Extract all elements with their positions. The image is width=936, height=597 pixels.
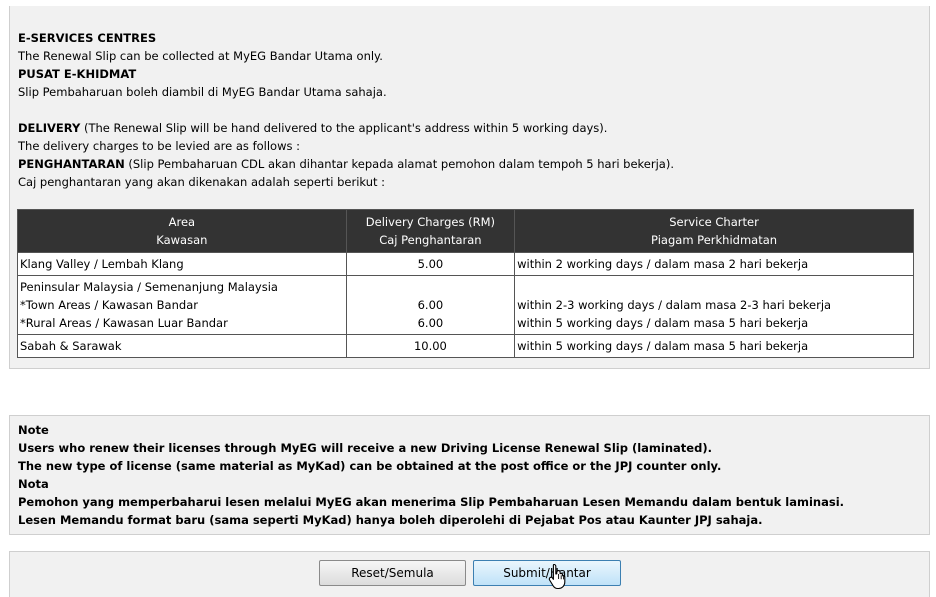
delivery-line-en: DELIVERY (The Renewal Slip will be hand … xyxy=(18,119,607,137)
delivery-charges-table: Area Kawasan Delivery Charges (RM) Caj Pen… xyxy=(17,209,914,358)
note-line2-en: The new type of license (same material a… xyxy=(18,459,722,473)
hand-pointer-icon xyxy=(548,563,566,590)
table-header-row: Area Kawasan Delivery Charges (RM) Caj Pen… xyxy=(17,209,914,253)
eservices-heading-ms: PUSAT E-KHIDMAT xyxy=(18,67,137,81)
note-heading-en: Note xyxy=(18,423,49,437)
header-area: Area Kawasan xyxy=(17,209,347,253)
table-row: Klang Valley / Lembah Klang 5.00 within … xyxy=(17,252,914,276)
eservices-text-en: The Renewal Slip can be collected at MyE… xyxy=(18,49,383,63)
delivery-heading-en: DELIVERY xyxy=(18,121,81,135)
note-heading-ms: Nota xyxy=(18,477,49,491)
note-line1-ms: Pemohon yang memperbaharui lesen melalui… xyxy=(18,495,845,509)
delivery-line-ms: PENGHANTARAN (Slip Pembaharuan CDL akan … xyxy=(18,155,674,173)
area-cell: Peninsular Malaysia / Semenanjung Malays… xyxy=(17,275,347,335)
charge-cell: 5.00 xyxy=(345,252,516,276)
charter-cell: within 2-3 working days / dalam masa 2-3… xyxy=(514,275,914,335)
submit-button[interactable]: Submit/Hantar xyxy=(473,560,621,586)
note-line1-en: Users who renew their licenses through M… xyxy=(18,441,712,455)
note-panel: Note Users who renew their licenses thro… xyxy=(9,415,930,535)
eservices-heading-en: E-SERVICES CENTRES xyxy=(18,31,157,45)
reset-button[interactable]: Reset/Semula xyxy=(319,560,466,586)
charter-cell: within 2 working days / dalam masa 2 har… xyxy=(514,252,914,276)
delivery-charges-ms: Caj penghantaran yang akan dikenakan ada… xyxy=(18,175,386,189)
delivery-heading-ms: PENGHANTARAN xyxy=(18,157,125,171)
delivery-text-en: (The Renewal Slip will be hand delivered… xyxy=(80,121,608,135)
form-actions-panel: Reset/Semula Submit/Hantar xyxy=(9,551,930,597)
charge-cell: 6.00 6.00 xyxy=(345,275,516,335)
delivery-text-ms: (Slip Pembaharuan CDL akan dihantar kepa… xyxy=(124,157,674,171)
eservices-text-ms: Slip Pembaharuan boleh diambil di MyEG B… xyxy=(18,85,387,99)
charter-cell: within 5 working days / dalam masa 5 har… xyxy=(514,334,914,358)
header-delivery-charges: Delivery Charges (RM) Caj Penghantaran xyxy=(345,209,516,253)
table-row: Peninsular Malaysia / Semenanjung Malays… xyxy=(17,275,914,335)
area-cell: Klang Valley / Lembah Klang xyxy=(17,252,347,276)
delivery-info-panel: E-SERVICES CENTRES The Renewal Slip can … xyxy=(9,6,930,369)
area-cell: Sabah & Sarawak xyxy=(17,334,347,358)
table-row: Sabah & Sarawak 10.00 within 5 working d… xyxy=(17,334,914,358)
delivery-charges-en: The delivery charges to be levied are as… xyxy=(18,139,301,153)
header-service-charter: Service Charter Piagam Perkhidmatan xyxy=(514,209,914,253)
note-line2-ms: Lesen Memandu format baru (sama seperti … xyxy=(18,513,763,527)
charge-cell: 10.00 xyxy=(345,334,516,358)
